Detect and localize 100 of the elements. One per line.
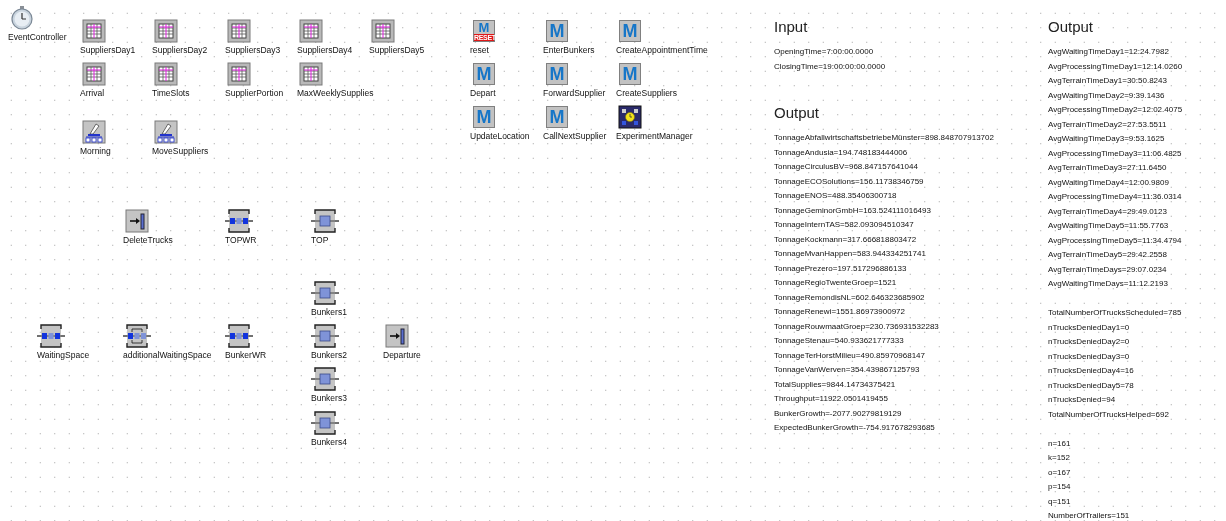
station-icon[interactable] xyxy=(311,209,339,233)
variable-value: TonnageTerHorstMilieu=490.85970968147 xyxy=(774,349,925,362)
object-label: CallNextSupplier xyxy=(543,131,607,142)
variable-value: TonnageAbfallwirtschaftsbetriebeMünster=898.848707913702 xyxy=(774,132,994,144)
variable-value: AvgProcessingTimeDay1=12:14.0260 xyxy=(1048,60,1183,73)
method-icon[interactable]: M xyxy=(473,106,495,128)
table-icon[interactable] xyxy=(297,62,325,86)
sink-icon[interactable] xyxy=(123,209,151,233)
variable-value: TonnagePrezero=197.517296886133 xyxy=(774,262,907,275)
variable-value: NumberOfTrailers=151 xyxy=(1048,510,1130,521)
generator-icon[interactable] xyxy=(152,120,180,144)
object-label: BunkerWR xyxy=(225,350,267,361)
variable-value: q=151 xyxy=(1048,495,1071,508)
buffer-icon[interactable] xyxy=(225,209,253,233)
variable-value: TonnageENOS=488.35406300718 xyxy=(774,190,897,202)
table-icon[interactable] xyxy=(369,19,397,43)
variable-value: nTrucksDeniedDay3=0 xyxy=(1048,350,1130,363)
section-heading: Output xyxy=(1048,17,1094,37)
object-label: SuppliersDay4 xyxy=(297,45,353,56)
stopwatch-icon[interactable] xyxy=(8,6,36,30)
variable-value: TonnageRenewi=1551.86973900972 xyxy=(774,306,905,318)
object-label: Bunkers2 xyxy=(311,350,347,361)
station-icon[interactable] xyxy=(311,411,339,435)
object-label: SuppliersDay2 xyxy=(152,45,208,56)
object-label: SuppliersDay1 xyxy=(80,45,136,56)
table-icon[interactable] xyxy=(152,62,180,86)
section-heading: Input xyxy=(774,17,808,37)
object-label: ForwardSupplier xyxy=(543,88,606,99)
variable-value: TotalNumberOfTrucksScheduled=785 xyxy=(1048,307,1182,319)
section-heading: Output xyxy=(774,103,820,123)
method-icon[interactable]: M xyxy=(619,63,641,85)
station-icon[interactable] xyxy=(311,367,339,391)
object-label: ExperimentManager xyxy=(616,131,693,142)
object-label: CreateSuppliers xyxy=(616,88,677,99)
variable-value: AvgWaitingTimeDay4=12:00.9809 xyxy=(1048,176,1169,189)
variable-value: TonnageGeminorGmbH=163.524111016493 xyxy=(774,204,931,217)
variable-value: AvgTerrainTimeDay5=29:42.2558 xyxy=(1048,249,1167,261)
variable-value: TonnageAndusia=194.748183444006 xyxy=(774,146,908,159)
variable-value: n=161 xyxy=(1048,437,1071,450)
generator-icon[interactable] xyxy=(80,120,108,144)
variable-value: Throughput=11922.0501419455 xyxy=(774,393,888,405)
object-label: Bunkers4 xyxy=(311,437,347,448)
method-icon[interactable]: M xyxy=(546,106,568,128)
buffer-icon[interactable] xyxy=(123,324,151,348)
variable-value: nTrucksDeniedDay1=0 xyxy=(1048,321,1130,334)
object-label: reset xyxy=(470,45,489,56)
object-label: SupplierPortion xyxy=(225,88,284,99)
object-label: Arrival xyxy=(80,88,105,99)
object-label: Morning xyxy=(80,146,111,157)
station-icon[interactable] xyxy=(311,281,339,305)
table-icon[interactable] xyxy=(225,19,253,43)
object-label: EnterBunkers xyxy=(543,45,595,56)
variable-value: ExpectedBunkerGrowth=-754.917678293685 xyxy=(774,422,935,434)
table-icon[interactable] xyxy=(297,19,325,43)
table-icon[interactable] xyxy=(152,19,180,43)
sink-icon[interactable] xyxy=(383,324,411,348)
object-label: TimeSlots xyxy=(152,88,190,99)
method-icon[interactable]: M xyxy=(619,20,641,42)
variable-value: ClosingTime=19:00:00:00.0000 xyxy=(774,60,886,73)
variable-value: nTrucksDeniedDay5=78 xyxy=(1048,379,1134,392)
object-label: WaitingSpace xyxy=(37,350,90,361)
experiment-manager-icon[interactable] xyxy=(616,105,644,129)
object-label: EventController xyxy=(8,32,67,43)
object-label: UpdateLocation xyxy=(470,131,530,142)
variable-value: AvgTerrainTimeDay4=29:49.0123 xyxy=(1048,205,1167,218)
object-label: TOP xyxy=(311,235,329,246)
object-label: Depart xyxy=(470,88,496,99)
variable-value: TonnageVanWerven=354.439867125793 xyxy=(774,364,920,376)
variable-value: AvgProcessingTimeDay5=11:34.4794 xyxy=(1048,234,1182,247)
object-label: MaxWeeklySupplies xyxy=(297,88,374,99)
variable-value: p=154 xyxy=(1048,481,1071,493)
variable-value: TonnageCirculusBV=968.847157641044 xyxy=(774,161,918,173)
variable-value: AvgProcessingTimeDay4=11:36.0314 xyxy=(1048,191,1182,203)
variable-value: nTrucksDeniedDay2=0 xyxy=(1048,336,1130,348)
object-label: Bunkers3 xyxy=(311,393,347,404)
variable-value: OpeningTime=7:00:00.0000 xyxy=(774,46,874,58)
method-icon[interactable]: M xyxy=(546,20,568,42)
variable-value: nTrucksDenied=94 xyxy=(1048,394,1116,406)
variable-value: k=152 xyxy=(1048,452,1071,464)
object-label: CreateAppointmentTime xyxy=(616,45,708,56)
variable-value: TonnageRegioTwenteGroep=1521 xyxy=(774,277,897,289)
table-icon[interactable] xyxy=(80,19,108,43)
variable-value: TonnageRemondisNL=602.646323685902 xyxy=(774,291,925,304)
method-icon[interactable]: M xyxy=(473,63,495,85)
method-icon[interactable]: M xyxy=(546,63,568,85)
buffer-icon[interactable] xyxy=(37,324,65,348)
variable-value: AvgWaitingTimeDay2=9:39.1436 xyxy=(1048,89,1165,102)
variable-value: TonnageKockmann=317.666818803472 xyxy=(774,233,917,246)
variable-value: AvgWaitingTimeDay5=11:55.7763 xyxy=(1048,220,1169,232)
variable-value: TotalNumberOfTrucksHelped=692 xyxy=(1048,408,1169,421)
object-label: Bunkers1 xyxy=(311,307,347,318)
object-label: DeleteTrucks xyxy=(123,235,173,246)
object-label: SuppliersDay3 xyxy=(225,45,281,56)
station-icon[interactable] xyxy=(311,324,339,348)
variable-value: TonnageStenau=540.933621777333 xyxy=(774,335,904,347)
buffer-icon[interactable] xyxy=(225,324,253,348)
table-icon[interactable] xyxy=(225,62,253,86)
table-icon[interactable] xyxy=(80,62,108,86)
variable-value: AvgWaitingTimeDay1=12:24.7982 xyxy=(1048,46,1169,58)
variable-value: o=167 xyxy=(1048,466,1071,479)
